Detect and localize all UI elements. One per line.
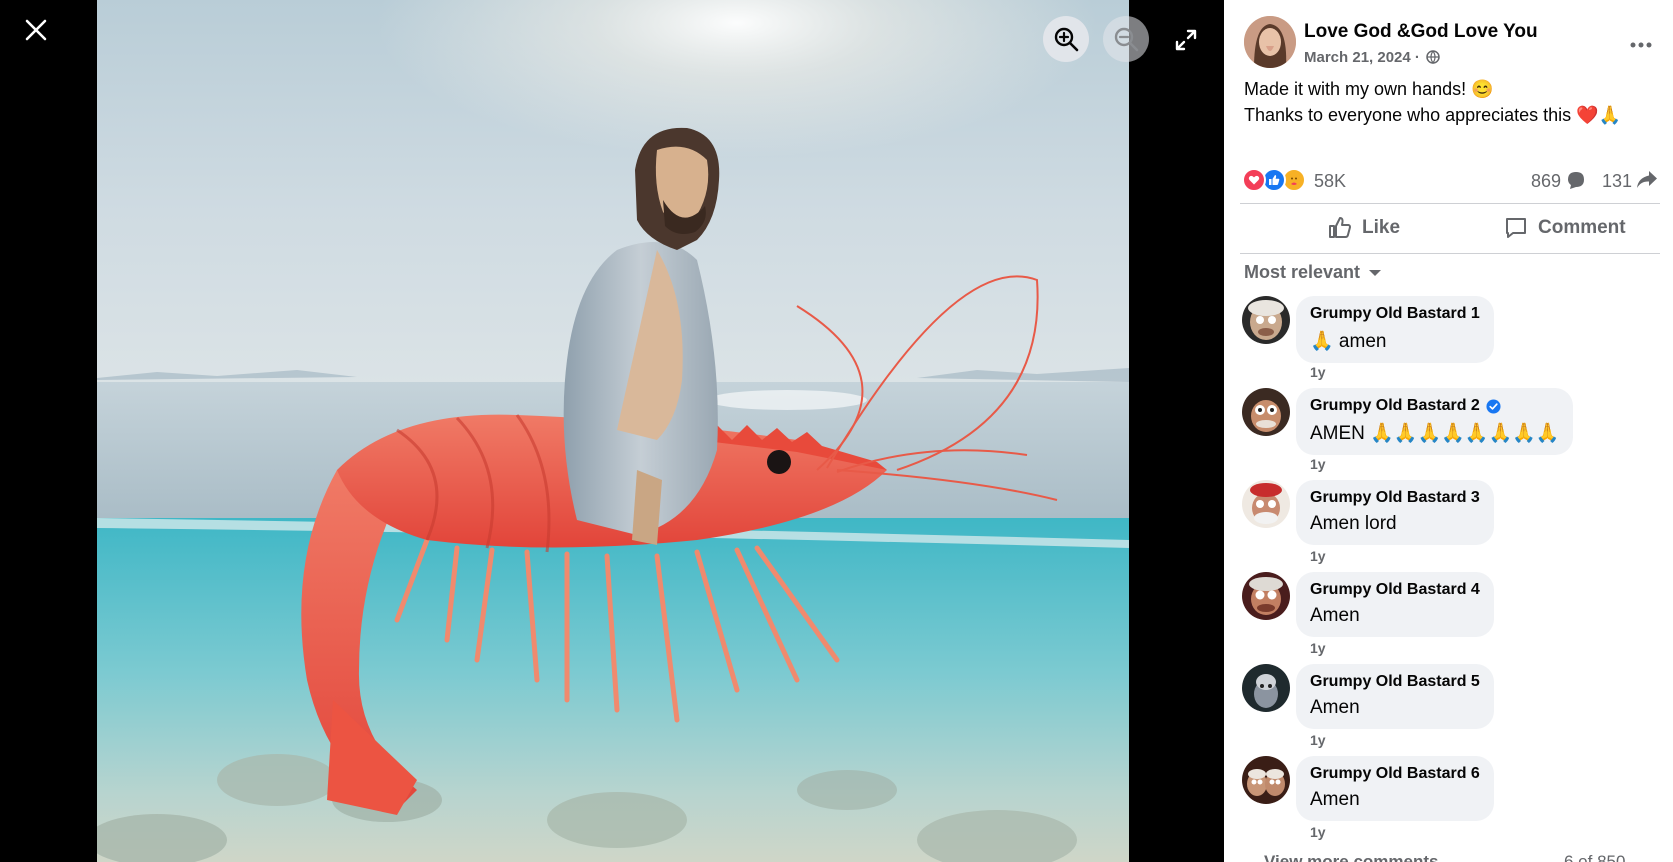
comment-pager: 6 of 850	[1564, 852, 1626, 862]
comment-icon	[1506, 218, 1526, 238]
page-avatar-image	[1244, 16, 1296, 68]
comment-item: Grumpy Old Bastard 6 Amen 1y	[1240, 754, 1660, 846]
comment-bubble: Grumpy Old Bastard 5 Amen	[1296, 664, 1494, 729]
comment-time[interactable]: 1y	[1310, 548, 1326, 564]
more-options-button[interactable]	[1624, 28, 1658, 62]
caption-line-1: Made it with my own hands! 😊	[1244, 79, 1494, 99]
comment-text: AMEN 🙏🙏🙏🙏🙏🙏🙏🙏	[1310, 423, 1560, 444]
comment-button[interactable]: Comment	[1504, 206, 1626, 250]
globe-icon	[1426, 50, 1440, 64]
comment-text: Amen	[1310, 789, 1360, 810]
comment-text: Amen lord	[1310, 513, 1397, 534]
comment-text: Amen	[1310, 605, 1360, 626]
comment-text: 🙏 amen	[1310, 331, 1387, 352]
thumbs-up-icon	[1329, 217, 1351, 238]
zoom-in-button[interactable]	[1043, 16, 1089, 62]
comment-author[interactable]: Grumpy Old Bastard 3	[1310, 489, 1480, 507]
comment-bubble: Grumpy Old Bastard 3 Amen lord	[1296, 480, 1494, 545]
commenter-avatar[interactable]	[1242, 388, 1290, 436]
post-actions: Like Comment	[1240, 206, 1660, 250]
zoom-out-icon	[1114, 27, 1139, 52]
commenter-avatar[interactable]	[1242, 480, 1290, 528]
actions-divider	[1240, 253, 1660, 254]
comment-author[interactable]: Grumpy Old Bastard 1	[1310, 305, 1480, 323]
post-photo[interactable]	[97, 0, 1129, 862]
like-button[interactable]: Like	[1328, 206, 1400, 250]
comment-author[interactable]: Grumpy Old Bastard 6	[1310, 765, 1480, 783]
post-header: Love God &God Love You March 21, 2024 ·	[1244, 16, 1654, 72]
share-arrow-icon	[1637, 171, 1657, 188]
date-separator: ·	[1414, 49, 1420, 66]
comment-author[interactable]: Grumpy Old Bastard 5	[1310, 673, 1480, 691]
zoom-out-button[interactable]	[1103, 16, 1149, 62]
commenter-avatar[interactable]	[1242, 756, 1290, 804]
view-more-comments-link[interactable]: View more comments	[1264, 852, 1438, 862]
zoom-in-icon	[1054, 27, 1079, 52]
comment-bubble: Grumpy Old Bastard 6 Amen	[1296, 756, 1494, 821]
comment-time[interactable]: 1y	[1310, 824, 1326, 840]
commenter-avatar[interactable]	[1242, 296, 1290, 344]
post-date[interactable]: March 21, 2024 ·	[1304, 49, 1440, 66]
post-stats: 58K 869 131	[1240, 164, 1660, 196]
comment-time[interactable]: 1y	[1310, 640, 1326, 656]
close-icon	[25, 19, 47, 41]
commenter-avatar[interactable]	[1242, 572, 1290, 620]
love-reaction-icon	[1242, 168, 1266, 192]
comment-author[interactable]: Grumpy Old Bastard 2	[1310, 397, 1480, 415]
close-button[interactable]	[18, 12, 54, 48]
fullscreen-button[interactable]	[1170, 24, 1202, 56]
comment-bubble: Grumpy Old Bastard 1 🙏 amen	[1296, 296, 1494, 363]
comment-time[interactable]: 1y	[1310, 732, 1326, 748]
comment-item: Grumpy Old Bastard 2 AMEN 🙏🙏🙏🙏🙏🙏🙏🙏 1y	[1240, 386, 1660, 478]
post-date-text[interactable]: March 21, 2024	[1304, 49, 1411, 66]
shrimp-rider-image	[97, 0, 1129, 862]
post-caption: Made it with my own hands! 😊 Thanks to e…	[1244, 76, 1654, 128]
post-panel: Love God &God Love You March 21, 2024 · …	[1224, 0, 1673, 862]
reaction-icons[interactable]	[1242, 168, 1308, 192]
commenter-avatar[interactable]	[1242, 664, 1290, 712]
comment-item: Grumpy Old Bastard 4 Amen 1y	[1240, 570, 1660, 662]
reactions-count[interactable]: 58K	[1314, 171, 1346, 192]
comment-item: Grumpy Old Bastard 1 🙏 amen 1y	[1240, 294, 1660, 386]
stats-divider	[1240, 203, 1660, 204]
caret-down-icon	[1369, 269, 1382, 276]
comment-bubble: Grumpy Old Bastard 2 AMEN 🙏🙏🙏🙏🙏🙏🙏🙏	[1296, 388, 1574, 455]
sort-label: Most relevant	[1244, 262, 1361, 282]
comment-item: Grumpy Old Bastard 3 Amen lord 1y	[1240, 478, 1660, 570]
verified-badge-icon	[1486, 398, 1501, 414]
page-name[interactable]: Love God &God Love You	[1304, 21, 1538, 43]
caption-line-2: Thanks to everyone who appreciates this …	[1244, 105, 1622, 125]
page-avatar[interactable]	[1244, 16, 1296, 68]
comment-time[interactable]: 1y	[1310, 456, 1326, 472]
comment-bubble: Grumpy Old Bastard 4 Amen	[1296, 572, 1494, 637]
photo-viewer	[0, 0, 1224, 862]
shares-count[interactable]: 131	[1602, 171, 1632, 192]
comment-label: Comment	[1538, 217, 1626, 238]
comments-count[interactable]: 869	[1531, 171, 1561, 192]
like-label: Like	[1362, 217, 1401, 238]
comment-time[interactable]: 1y	[1310, 364, 1326, 380]
comment-text: Amen	[1310, 697, 1360, 718]
more-dots-icon	[1630, 42, 1652, 48]
comment-sort-dropdown[interactable]: Most relevant	[1244, 262, 1382, 283]
fullscreen-icon	[1175, 29, 1197, 51]
comment-author[interactable]: Grumpy Old Bastard 4	[1310, 581, 1480, 599]
comment-bubble-icon	[1568, 172, 1584, 189]
comment-item: Grumpy Old Bastard 5 Amen 1y	[1240, 662, 1660, 754]
